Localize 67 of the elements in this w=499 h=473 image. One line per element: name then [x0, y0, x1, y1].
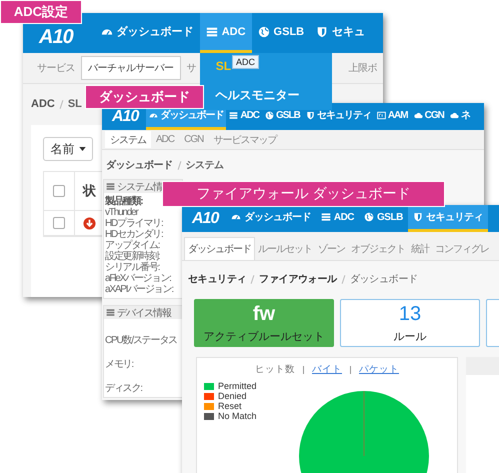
nav-tab[interactable]: ADC	[316, 205, 360, 232]
breadcrumb-current: ダッシュボード	[350, 273, 418, 286]
sub-nav-tab[interactable]: ダッシュボード	[184, 237, 255, 260]
breadcrumb-link[interactable]: セキュリティ	[188, 272, 246, 286]
legend-label: No Match	[218, 411, 257, 421]
breadcrumb-link[interactable]: ファイアウォール	[259, 272, 337, 286]
metric-link[interactable]: パケット	[359, 363, 399, 376]
field-label: シリアル番号:	[105, 262, 160, 273]
nav-tab[interactable]: セキュリティ	[408, 205, 488, 232]
callout-label: ダッシュボード	[85, 85, 204, 109]
field-label: 設定更新時刻:	[105, 251, 160, 262]
sub-nav-tab[interactable]: 統計	[408, 237, 432, 260]
breadcrumb-current: SL	[68, 98, 82, 110]
sub-nav-tab[interactable]: サービス	[31, 56, 81, 80]
sub-nav-tab[interactable]: CGN	[179, 131, 208, 148]
logo[interactable]: A10	[192, 210, 218, 228]
sub-nav-tab[interactable]: ADC	[151, 131, 180, 148]
callout-label: ADC設定	[0, 0, 82, 24]
menu-item[interactable]: ヘルスモニター	[216, 87, 300, 104]
nav-tab[interactable]: セキュリティ	[302, 103, 374, 130]
nav-tab[interactable]: ダッシュボード	[94, 13, 200, 53]
breadcrumb-current: システム	[186, 159, 224, 172]
logo[interactable]: A10	[39, 26, 73, 48]
sort-button[interactable]: 名前	[43, 137, 93, 161]
field-label: メモリ:	[105, 359, 133, 370]
logo[interactable]: A10	[112, 108, 138, 126]
field-label: ディスク:	[105, 383, 142, 394]
stat-value: fw	[252, 302, 276, 326]
stat-label: アクティブルールセット	[204, 330, 324, 344]
field-label: aFleXバージョン:	[105, 273, 171, 284]
tooltip: ADC	[232, 55, 260, 69]
field-label: HDセカンダリ:	[105, 229, 163, 240]
field-label: vThunder	[105, 207, 138, 218]
field-label: アップタイム:	[105, 240, 160, 251]
sub-nav-tab[interactable]: サービスマップ	[208, 131, 282, 148]
stat-label: ルール	[394, 330, 426, 344]
nav-tab[interactable]: セキュ	[310, 13, 372, 53]
sub-nav-tab[interactable]: サ	[180, 56, 202, 80]
sub-nav-tab[interactable]: システム	[105, 131, 151, 148]
breadcrumb-link[interactable]: ダッシュボード	[106, 158, 172, 172]
sub-nav-tab[interactable]: 上限ボ	[342, 56, 383, 80]
legend-label: Reset	[218, 401, 242, 411]
sub-nav-tab[interactable]: ルールセット	[255, 237, 315, 260]
field-label: 製品種類:	[105, 196, 142, 207]
field-label: HDプライマリ:	[105, 218, 163, 229]
field-label: CPU数/ステータス	[105, 335, 177, 346]
nav-tab[interactable]: GSLB	[252, 13, 310, 53]
sub-nav-tab[interactable]: ゾーン	[315, 237, 348, 260]
sub-nav-tab[interactable]: バーチャルサーバー	[81, 56, 180, 80]
breadcrumb-link[interactable]: ADC	[31, 98, 55, 110]
panel-title: デバイス情報	[117, 306, 171, 320]
metric-link[interactable]: ヒット数	[255, 363, 295, 376]
nav-tab[interactable]: ADC	[200, 13, 252, 53]
field-label: aXAPIバージョン:	[105, 284, 173, 295]
metric-link[interactable]: バイト	[312, 363, 342, 376]
stat-value: 13	[398, 302, 422, 326]
panel-title: システム情	[117, 180, 162, 194]
callout-label: ファイアウォール ダッシュボード	[162, 181, 445, 207]
column-header[interactable]: 状	[83, 182, 96, 200]
nav-tab[interactable]: AAM	[374, 103, 411, 130]
legend-label: Denied	[218, 391, 247, 401]
sub-nav-tab[interactable]: コンフィグレ	[432, 237, 492, 260]
nav-tab[interactable]: CGN	[410, 103, 447, 130]
nav-tab[interactable]: ネ	[446, 103, 473, 130]
menu-item[interactable]: SL	[216, 59, 232, 73]
legend-label: Permitted	[218, 381, 257, 391]
sub-nav-tab[interactable]: オブジェクト	[348, 237, 408, 260]
